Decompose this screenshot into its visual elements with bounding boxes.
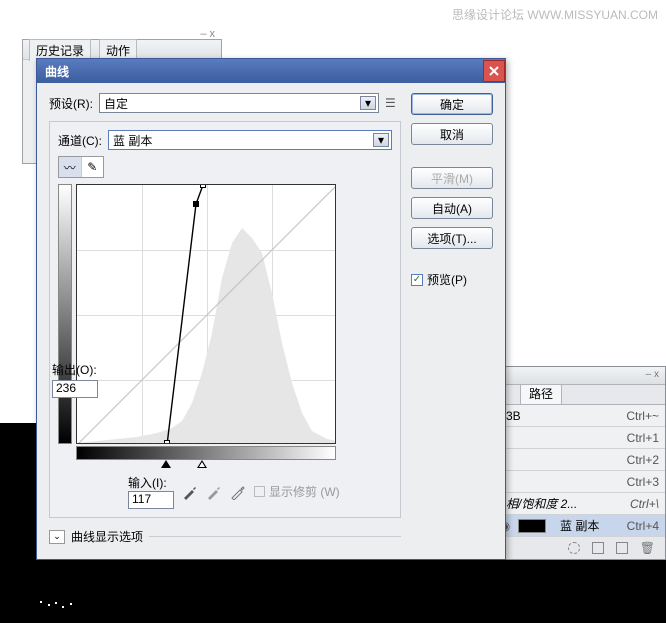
channel-shortcut: Ctrl+~ xyxy=(626,409,659,423)
panel-minimize-icon[interactable]: – x xyxy=(646,369,659,380)
chevron-down-icon[interactable]: ▾ xyxy=(360,96,376,110)
pencil-curve-tool[interactable]: ✎ xyxy=(82,157,104,177)
channel-shortcut: Ctrl+3 xyxy=(627,475,659,489)
expand-label: 曲线显示选项 xyxy=(71,528,143,545)
channel-row-bluecopy[interactable]: ◉ 蓝 副本 Ctrl+4 xyxy=(492,515,665,537)
channel-shortcut: Ctrl+2 xyxy=(627,453,659,467)
preview-label: 预览(P) xyxy=(427,271,467,288)
preview-checkbox[interactable]: ✓ 预览(P) xyxy=(411,271,493,288)
history-tabbar: 历史记录 动作 xyxy=(23,40,221,60)
output-field-group: 输出(O): 236 xyxy=(52,361,108,398)
input-gradient xyxy=(76,446,336,460)
smooth-button: 平滑(M) xyxy=(411,167,493,189)
preset-label: 预设(R): xyxy=(49,95,93,112)
load-selection-icon[interactable] xyxy=(568,542,580,554)
channel-row-rgb[interactable]: 3B Ctrl+~ xyxy=(492,405,665,427)
eyedropper-group xyxy=(182,484,246,500)
gray-eyedropper-icon[interactable] xyxy=(206,484,222,500)
channels-panel: – x 路径 3B Ctrl+~ Ctrl+1 Ctrl+2 Ctrl+3 相/… xyxy=(491,366,666,560)
channel-label: 3B xyxy=(498,409,620,423)
channel-value: 蓝 副本 xyxy=(113,132,152,149)
channel-shortcut: Ctrl+1 xyxy=(627,431,659,445)
channels-header: – x xyxy=(492,367,665,385)
channels-tabbar: 路径 xyxy=(492,385,665,405)
channel-label: 蓝 副本 xyxy=(552,517,621,534)
curve-point-mid[interactable] xyxy=(193,201,199,207)
preset-menu-icon[interactable]: ☰ xyxy=(385,96,401,110)
show-clipping-label: 显示修剪 (W) xyxy=(269,483,340,500)
curve-tool-toggle: 〰 ✎ xyxy=(58,156,104,178)
input-field-group: 输入(I): 117 xyxy=(128,474,174,509)
save-selection-icon[interactable] xyxy=(592,542,604,554)
output-input[interactable]: 236 xyxy=(52,380,98,398)
input-slider-track[interactable] xyxy=(76,460,336,470)
panel-close-icons[interactable]: – x xyxy=(200,28,215,40)
curve-point-high[interactable] xyxy=(200,184,206,188)
delete-channel-icon[interactable]: 🗑 xyxy=(640,541,655,555)
preset-combobox[interactable]: 自定 ▾ xyxy=(99,93,379,113)
chevron-down-icon[interactable]: ▾ xyxy=(373,133,389,147)
expand-options-button[interactable]: ⌄ xyxy=(49,530,65,544)
dialog-title: 曲线 xyxy=(45,63,69,80)
divider xyxy=(149,536,401,537)
curve-line xyxy=(77,185,336,444)
curves-plot[interactable] xyxy=(76,184,336,444)
channel-row-2[interactable]: Ctrl+2 xyxy=(492,449,665,471)
watermark-text: 思缘设计论坛 WWW.MISSYUAN.COM xyxy=(452,6,658,23)
channel-row-1[interactable]: Ctrl+1 xyxy=(492,427,665,449)
preset-value: 自定 xyxy=(104,95,128,112)
curve-point-low[interactable] xyxy=(164,440,170,444)
channel-thumbnail xyxy=(518,519,546,533)
output-gradient xyxy=(58,184,72,444)
input-label: 输入(I): xyxy=(128,474,174,491)
white-eyedropper-icon[interactable] xyxy=(230,484,246,500)
auto-button[interactable]: 自动(A) xyxy=(411,197,493,219)
input-input[interactable]: 117 xyxy=(128,491,174,509)
channel-row-3[interactable]: Ctrl+3 xyxy=(492,471,665,493)
channel-shortcut: Ctrl+\ xyxy=(630,497,659,511)
dialog-titlebar[interactable]: 曲线 xyxy=(37,59,505,83)
black-eyedropper-icon[interactable] xyxy=(182,484,198,500)
black-point-slider[interactable] xyxy=(161,460,171,468)
channel-label-text: 通道(C): xyxy=(58,132,102,149)
channel-combobox[interactable]: 蓝 副本 ▾ xyxy=(108,130,392,150)
channels-footer: 🗑 xyxy=(492,537,665,559)
white-point-slider[interactable] xyxy=(197,460,207,468)
checkbox-checked-icon: ✓ xyxy=(411,274,423,286)
point-curve-tool[interactable]: 〰 xyxy=(59,157,82,177)
close-icon xyxy=(489,66,499,76)
output-label: 输出(O): xyxy=(52,361,108,378)
show-clipping-checkbox[interactable]: 显示修剪 (W) xyxy=(254,483,340,500)
curves-dialog: 曲线 预设(R): 自定 ▾ ☰ 通道(C): 蓝 副本 ▾ xyxy=(36,58,506,560)
checkbox-icon xyxy=(254,486,265,497)
new-channel-icon[interactable] xyxy=(616,542,628,554)
tab-paths[interactable]: 路径 xyxy=(520,382,562,404)
options-button[interactable]: 选项(T)... xyxy=(411,227,493,249)
ok-button[interactable]: 确定 xyxy=(411,93,493,115)
channel-row-hsat[interactable]: 相/饱和度 2... Ctrl+\ xyxy=(492,493,665,515)
cancel-button[interactable]: 取消 xyxy=(411,123,493,145)
channel-shortcut: Ctrl+4 xyxy=(627,519,659,533)
close-button[interactable] xyxy=(483,60,505,82)
channel-label: 相/饱和度 2... xyxy=(498,495,624,512)
